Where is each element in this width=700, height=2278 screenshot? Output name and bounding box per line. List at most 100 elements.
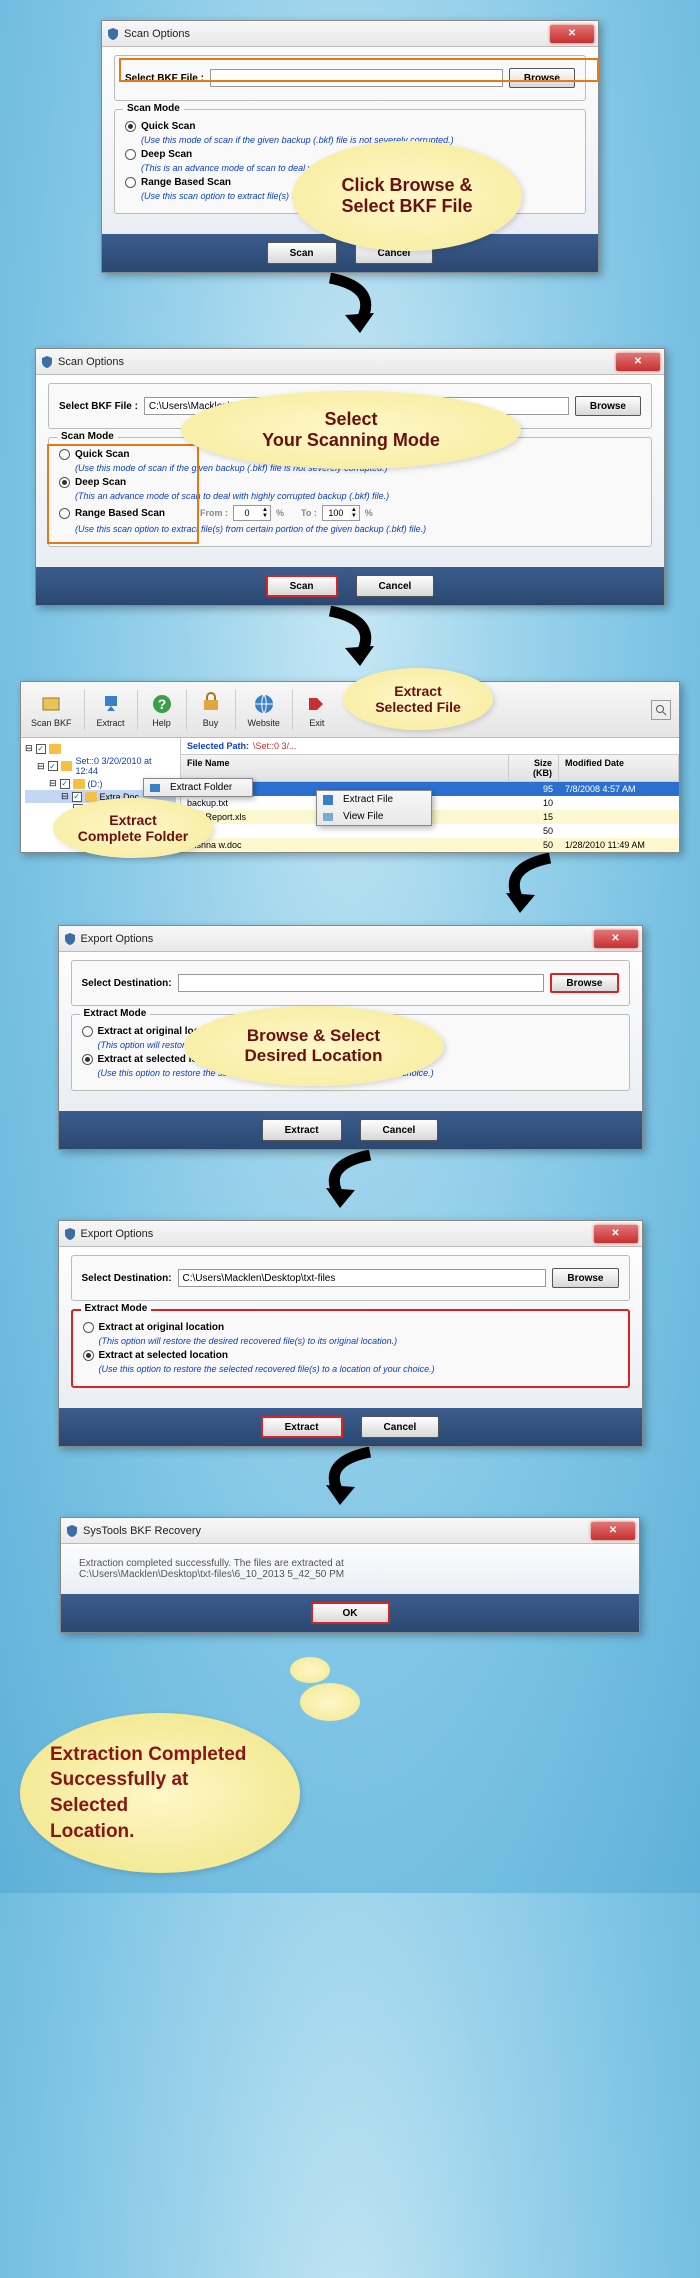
titlebar: Export Options ✕ <box>59 1221 642 1247</box>
from-spinner[interactable]: ▲▼ <box>233 505 271 521</box>
quick-scan-label: Quick Scan <box>141 121 195 132</box>
export-options-dialog-1: Export Options ✕ Select Destination: Bro… <box>58 925 643 1150</box>
extract-button[interactable]: Extract <box>262 1119 342 1141</box>
dialog-title: Export Options <box>81 933 594 945</box>
close-button[interactable]: ✕ <box>594 930 638 948</box>
orig-location-radio[interactable] <box>82 1026 93 1037</box>
button-bar: Scan Cancel <box>36 567 664 605</box>
path-label: Selected Path: <box>187 741 249 751</box>
dialog-title: Scan Options <box>58 356 616 368</box>
file-group: Select BKF File : Browse <box>114 55 586 101</box>
scan-options-dialog-1: Scan Options ✕ Select BKF File : Browse … <box>101 20 599 273</box>
scan-button[interactable]: Scan <box>267 242 337 264</box>
exit-toolitem[interactable]: Exit <box>299 690 335 730</box>
export-options-dialog-2: Export Options ✕ Select Destination: Bro… <box>58 1220 643 1447</box>
sel-hint: (Use this option to restore the selected… <box>99 1364 618 1374</box>
tree-root[interactable]: Set::0 3/20/2010 at 12:44 <box>75 756 176 776</box>
down-arrow-icon <box>290 1150 410 1220</box>
file-path-input[interactable] <box>210 69 503 87</box>
scan-options-dialog-2: Scan Options ✕ Select BKF File : Browse … <box>35 348 665 606</box>
thought-bubble-small <box>290 1657 330 1683</box>
ok-button[interactable]: OK <box>311 1602 390 1624</box>
scan-bkf-toolitem[interactable]: Scan BKF <box>25 690 78 730</box>
range-scan-radio[interactable] <box>125 177 136 188</box>
thought-bubble-medium <box>300 1683 360 1721</box>
browse-button[interactable]: Browse <box>509 68 575 88</box>
search-icon[interactable] <box>651 700 671 720</box>
exit-icon <box>305 692 329 716</box>
col-size[interactable]: Size (KB) <box>509 755 559 781</box>
table-row[interactable]: h.doc50 <box>181 824 679 838</box>
scan-button[interactable]: Scan <box>266 575 338 597</box>
cancel-button[interactable]: Cancel <box>360 1119 439 1141</box>
close-button[interactable]: ✕ <box>616 353 660 371</box>
browse-button[interactable]: Browse <box>575 396 641 416</box>
callout-bubble: Browse & Select Desired Location <box>184 1006 444 1086</box>
range-scan-radio[interactable] <box>59 508 70 519</box>
button-bar: Extract Cancel <box>59 1408 642 1446</box>
extract-button[interactable]: Extract <box>261 1416 343 1438</box>
close-button[interactable]: ✕ <box>594 1225 638 1243</box>
help-toolitem[interactable]: ?Help <box>144 690 180 730</box>
sel-location-radio[interactable] <box>82 1054 93 1065</box>
view-file-menuitem[interactable]: View File <box>317 808 431 825</box>
cancel-button[interactable]: Cancel <box>356 575 435 597</box>
cancel-button[interactable]: Cancel <box>361 1416 440 1438</box>
select-file-label: Select BKF File : <box>59 401 138 412</box>
quick-scan-label: Quick Scan <box>75 449 129 460</box>
to-label: To : <box>301 508 317 518</box>
down-arrow-icon <box>290 1447 410 1517</box>
dest-group: Select Destination: Browse <box>71 960 630 1006</box>
dest-group: Select Destination: Browse <box>71 1255 630 1301</box>
path-value: \Set::0 3/... <box>253 741 297 751</box>
website-toolitem[interactable]: Website <box>242 690 286 730</box>
extract-mode-group: Extract Mode Extract at original locatio… <box>71 1309 630 1388</box>
dialog-title: Scan Options <box>124 28 550 40</box>
callout-left: Extract Complete Folder <box>53 798 213 858</box>
success-message: Extraction completed successfully. The f… <box>79 1558 621 1580</box>
tree-d[interactable]: (D:) <box>88 779 103 789</box>
dest-label: Select Destination: <box>82 978 172 989</box>
callout-bubble: Select Your Scanning Mode <box>181 391 521 469</box>
close-button[interactable]: ✕ <box>550 25 594 43</box>
deep-scan-radio[interactable] <box>125 149 136 160</box>
extract-icon <box>321 793 335 807</box>
range-scan-hint: (Use this scan option to extract file(s)… <box>75 524 641 534</box>
mode-label: Extract Mode <box>80 1008 151 1019</box>
close-button[interactable]: ✕ <box>591 1522 635 1540</box>
deep-scan-radio[interactable] <box>59 477 70 488</box>
app-icon <box>63 1227 77 1241</box>
dialog-title: SysTools BKF Recovery <box>83 1525 591 1537</box>
browse-button[interactable]: Browse <box>550 973 618 993</box>
extract-folder-menuitem[interactable]: Extract Folder <box>144 779 252 796</box>
quick-scan-radio[interactable] <box>59 449 70 460</box>
extract-toolitem[interactable]: Extract <box>91 690 131 730</box>
to-spinner[interactable]: ▲▼ <box>322 505 360 521</box>
orig-location-radio[interactable] <box>83 1322 94 1333</box>
button-bar: Extract Cancel <box>59 1111 642 1149</box>
sel-location-radio[interactable] <box>83 1350 94 1361</box>
quick-scan-radio[interactable] <box>125 121 136 132</box>
extract-file-menuitem[interactable]: Extract File <box>317 791 431 808</box>
col-modified[interactable]: Modified Date <box>559 755 679 781</box>
scan-mode-label: Scan Mode <box>57 431 118 442</box>
scan-mode-label: Scan Mode <box>123 103 184 114</box>
button-bar: OK <box>61 1594 639 1632</box>
dest-input[interactable] <box>178 974 545 992</box>
titlebar: SysTools BKF Recovery ✕ <box>61 1518 639 1544</box>
dest-input[interactable] <box>178 1269 547 1287</box>
app-icon <box>106 27 120 41</box>
dialog-title: Export Options <box>81 1228 594 1240</box>
table-row[interactable]: krishna w.doc501/28/2010 11:49 AM <box>181 838 679 852</box>
titlebar: Scan Options ✕ <box>102 21 598 47</box>
mode-label: Extract Mode <box>81 1303 152 1314</box>
file-context-menu: Extract File View File <box>316 790 432 826</box>
website-icon <box>252 692 276 716</box>
final-callout: Extraction Completed Successfully at Sel… <box>20 1713 300 1873</box>
buy-toolitem[interactable]: Buy <box>193 690 229 730</box>
help-icon: ? <box>150 692 174 716</box>
grid-header: File Name Size (KB) Modified Date <box>181 754 679 782</box>
browse-button[interactable]: Browse <box>552 1268 618 1288</box>
dest-label: Select Destination: <box>82 1273 172 1284</box>
app-icon <box>40 355 54 369</box>
